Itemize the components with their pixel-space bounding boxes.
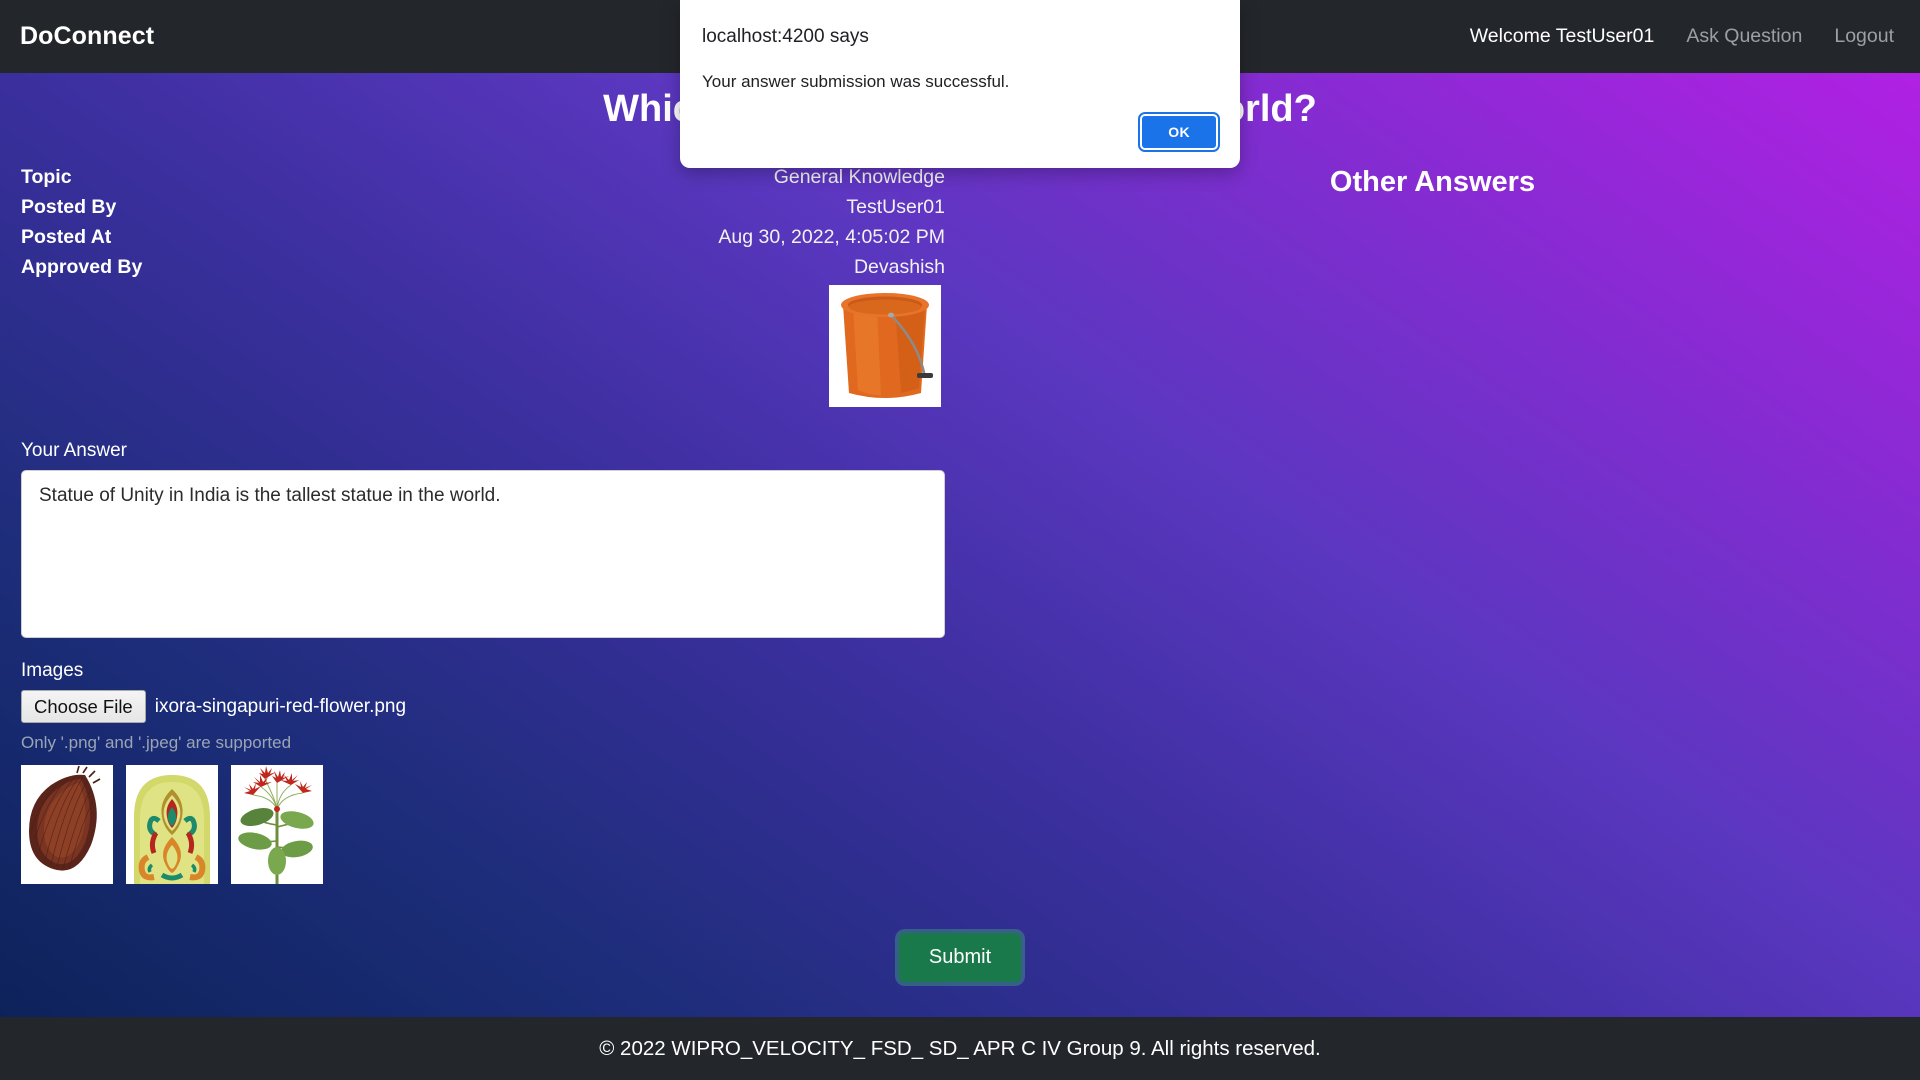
submit-button[interactable]: Submit: [898, 933, 1022, 982]
browser-alert-dialog: localhost:4200 says Your answer submissi…: [680, 0, 1240, 168]
question-details-list: Topic General Knowledge Posted By TestUs…: [0, 162, 945, 282]
selected-file-name: ixora-singapuri-red-flower.png: [154, 695, 407, 717]
detail-value-posted-at: Aug 30, 2022, 4:05:02 PM: [718, 226, 945, 248]
file-type-hint: Only '.png' and '.jpeg' are supported: [21, 733, 292, 753]
coconut-seed-thumbnail[interactable]: [21, 765, 113, 885]
other-answers-title: Other Answers: [1329, 166, 1536, 198]
your-answer-label: Your Answer: [21, 440, 127, 461]
page-root: DoConnect Welcome TestUser01 Ask Questio…: [0, 0, 1920, 1080]
detail-row-approved-by: Approved By Devashish: [21, 252, 945, 282]
footer: © 2022 WIPRO_VELOCITY_ FSD_ SD_ APR C IV…: [0, 1017, 1920, 1080]
images-label: Images: [21, 660, 84, 681]
other-answers-panel: Other Answers: [945, 162, 1920, 282]
question-details: Topic General Knowledge Posted By TestUs…: [0, 162, 1920, 282]
navbar-links: Welcome TestUser01 Ask Question Logout: [1470, 25, 1894, 48]
image-thumbnails: [21, 765, 945, 885]
submit-row: Submit: [0, 933, 1920, 982]
choose-file-button[interactable]: Choose File: [21, 690, 146, 724]
nav-link-logout[interactable]: Logout: [1834, 25, 1894, 48]
detail-row-posted-by: Posted By TestUser01: [21, 192, 945, 222]
detail-label-topic: Topic: [21, 166, 72, 188]
detail-value-posted-by: TestUser01: [846, 196, 945, 218]
detail-label-approved-by: Approved By: [21, 256, 143, 278]
detail-label-posted-at: Posted At: [21, 226, 112, 248]
answer-textarea[interactable]: [21, 470, 945, 638]
navbar-brand[interactable]: DoConnect: [20, 22, 154, 51]
file-input-row[interactable]: Choose File ixora-singapuri-red-flower.p…: [21, 690, 945, 724]
orange-bucket-icon: [841, 293, 933, 398]
welcome-user-label: Welcome TestUser01: [1469, 25, 1655, 47]
alert-origin-label: localhost:4200 says: [702, 26, 869, 47]
detail-row-posted-at: Posted At Aug 30, 2022, 4:05:02 PM: [21, 222, 945, 252]
alert-actions: OK: [702, 112, 1220, 152]
detail-label-posted-by: Posted By: [21, 196, 117, 218]
alert-message: Your answer submission was successful.: [702, 72, 1010, 91]
nav-link-ask-question[interactable]: Ask Question: [1686, 25, 1802, 48]
answer-form: Your Answer Images Choose File ixora-sin…: [21, 440, 945, 885]
footer-copyright: © 2022 WIPRO_VELOCITY_ FSD_ SD_ APR C IV…: [599, 1036, 1321, 1060]
alert-ok-button[interactable]: OK: [1138, 112, 1220, 152]
red-flower-plant-thumbnail[interactable]: [231, 765, 323, 885]
question-image: [829, 285, 941, 407]
detail-value-approved-by: Devashish: [853, 256, 945, 278]
ornamental-motif-thumbnail[interactable]: [126, 765, 218, 885]
